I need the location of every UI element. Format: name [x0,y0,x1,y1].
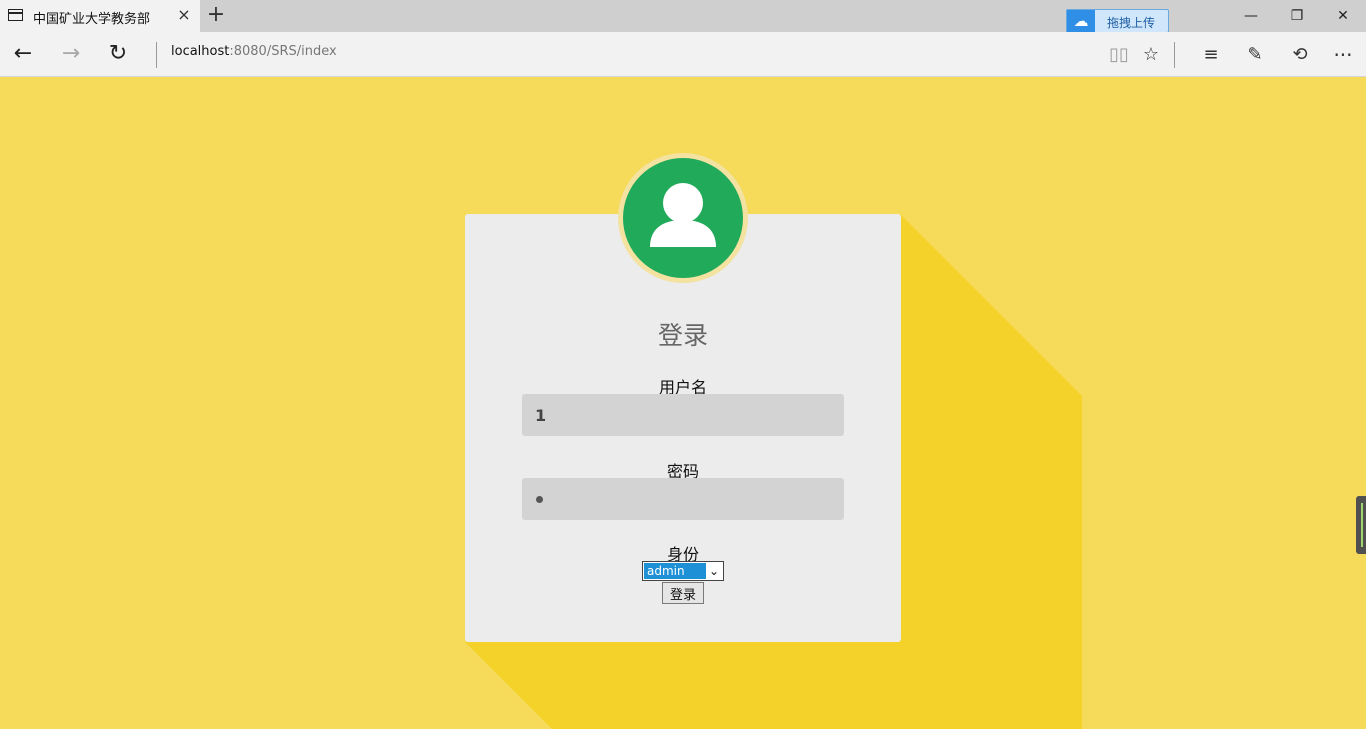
login-title: 登录 [657,321,708,350]
user-icon [650,183,716,247]
more-options-icon[interactable]: ··· [1329,41,1357,69]
share-icon[interactable]: ⟲ [1286,41,1314,69]
password-input[interactable] [522,478,844,520]
restore-button[interactable]: ❐ [1274,0,1320,32]
browser-tab[interactable]: 中国矿业大学教务部 × [0,0,200,32]
minimize-button[interactable]: — [1228,0,1274,32]
close-tab-icon[interactable]: × [176,6,192,24]
password-mask-dot [536,496,543,503]
address-host: localhost [171,44,230,59]
username-input[interactable] [522,394,844,436]
login-button[interactable]: 登录 [662,582,704,604]
upload-label: 拖拽上传 [1107,16,1156,30]
role-select[interactable]: admin ⌄ [642,561,724,581]
address-bar[interactable]: localhost:8080/SRS/index [171,44,337,59]
chevron-down-icon: ⌄ [708,564,720,578]
avatar-ring [618,153,748,283]
new-tab-button[interactable]: + [200,0,232,32]
avatar [623,158,743,278]
upload-extension-button[interactable]: ☁ 拖拽上传 [1066,9,1169,33]
reading-view-icon[interactable]: ▯▯ [1105,41,1133,69]
forward-arrow-icon[interactable]: → [56,40,86,70]
back-arrow-icon[interactable]: ← [8,40,38,70]
tab-title: 中国矿业大学教务部 [33,12,151,27]
page-icon [8,9,23,21]
browser-toolbar: ← → ↻ localhost:8080/SRS/index ▯▯ ☆ ≡ ✎ … [0,32,1366,77]
close-window-button[interactable]: ✕ [1320,0,1366,32]
web-note-icon[interactable]: ✎ [1241,41,1269,69]
hub-icon[interactable]: ≡ [1197,41,1225,69]
browser-title-bar: 中国矿业大学教务部 × + ☁ 拖拽上传 — ❐ ✕ [0,0,1366,33]
cloud-icon: ☁ [1067,10,1095,32]
login-page: 登录 用户名 密码 身份 admin ⌄ 登录 [0,78,1366,729]
role-selected-value: admin [644,563,706,579]
refresh-icon[interactable]: ↻ [103,40,133,70]
favorite-star-icon[interactable]: ☆ [1137,41,1165,69]
scrollbar-thumb[interactable] [1356,496,1366,554]
toolbar-divider [1174,42,1175,68]
address-path: :8080/SRS/index [229,44,337,59]
address-divider [156,42,157,68]
